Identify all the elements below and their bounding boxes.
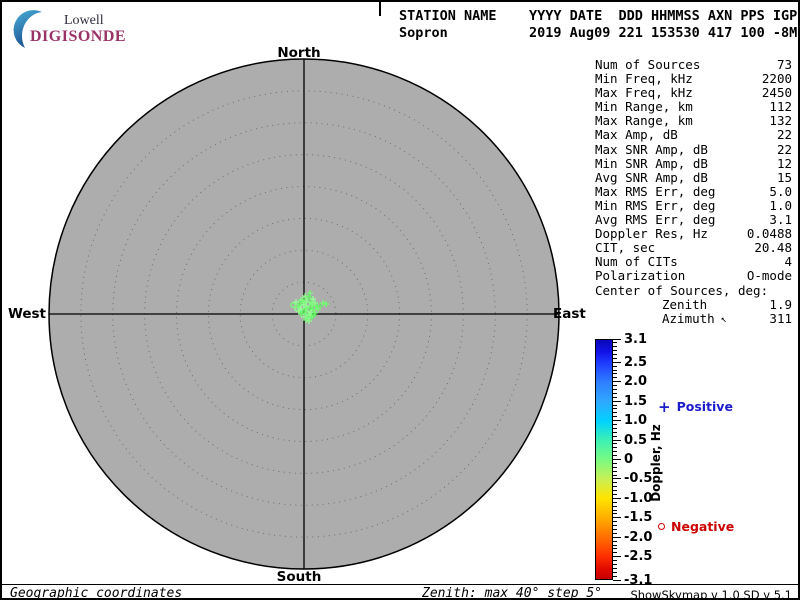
stat-label: Max Freq, kHz <box>595 85 693 101</box>
stat-row: Azimuth ↖ 311 <box>595 310 792 326</box>
stat-row: Center of Sources, deg: <box>595 282 792 298</box>
stat-label: Max SNR Amp, dB <box>595 141 708 157</box>
stat-value: 20.48 <box>754 240 792 256</box>
stat-row: Max RMS Err, deg 5.0 <box>595 183 792 199</box>
legend-negative: Negative <box>658 519 734 534</box>
legend-positive: + Positive <box>658 399 733 414</box>
stat-value: 22 <box>776 127 792 143</box>
doppler-colorbar <box>595 339 613 580</box>
stat-value: 2450 <box>761 85 792 101</box>
stats-panel: Num of Sources 73 Min Freq, kHz 2200 Max Fre… <box>595 57 792 326</box>
stat-label: Center of Sources, deg: <box>595 282 769 298</box>
stat-value: 1.9 <box>769 296 792 312</box>
stat-row: Max Range, km 132 <box>595 114 792 128</box>
stat-value: 311 <box>769 310 792 326</box>
stat-value: 73 <box>776 57 792 72</box>
legend-negative-label: Negative <box>671 519 735 534</box>
skymap-window: Lowell DIGISONDE STATION NAME YYYY DATE … <box>0 0 800 600</box>
stat-row: Min Range, km 112 <box>595 100 792 114</box>
stat-value: 22 <box>776 141 792 157</box>
stat-value: 112 <box>769 99 792 115</box>
stat-value: 12 <box>776 155 792 171</box>
plus-marker-icon: + <box>658 397 671 416</box>
stat-value: 132 <box>769 113 792 129</box>
stat-value: 5.0 <box>769 183 792 199</box>
stat-label: Doppler Res, Hz <box>595 226 708 242</box>
compass-label-north: North <box>277 45 321 61</box>
compass-label-east: East <box>553 306 586 322</box>
stat-label: Max RMS Err, deg <box>595 183 716 199</box>
stat-label: Zenith <box>662 296 708 312</box>
stat-label: Min RMS Err, deg <box>595 197 716 213</box>
stat-label: Max Range, km <box>595 113 693 129</box>
stat-value: 2200 <box>761 71 792 87</box>
compass-label-west: West <box>7 306 46 322</box>
legend-positive-label: Positive <box>676 399 733 414</box>
footer-zenith-scale: Zenith: max 40° step 5° <box>422 586 603 600</box>
footer-coordinate-system: Geographic coordinates <box>10 586 183 600</box>
stat-label: Min Freq, kHz <box>595 71 693 87</box>
stat-label: Azimuth ↖ <box>662 310 727 326</box>
stat-value: O-mode <box>746 268 792 284</box>
stat-label: CIT, sec <box>595 240 656 256</box>
stat-label: Min Range, km <box>595 99 693 115</box>
stat-row: Zenith 1.9 <box>595 296 792 312</box>
stat-value: 15 <box>776 169 792 185</box>
stat-row: Min SNR Amp, dB 12 <box>595 155 792 171</box>
stat-row: Min RMS Err, deg 1.0 <box>595 197 792 213</box>
stat-value: 4 <box>784 254 792 270</box>
footer-version-info: ShowSkymap v 1.0 SD v 5.1 <box>630 588 792 600</box>
stat-label: Num of CITs <box>595 254 678 270</box>
stat-label: Polarization <box>595 268 686 284</box>
doppler-axis-label: Doppler, Hz <box>649 424 663 502</box>
stat-row: Polarization O-mode <box>595 269 792 283</box>
stat-row: CIT, sec 20.48 <box>595 241 792 255</box>
stat-label: Avg RMS Err, deg <box>595 212 716 228</box>
footer-separator <box>2 584 798 585</box>
stat-row: Doppler Res, Hz 0.0488 <box>595 227 792 241</box>
stat-label: Num of Sources <box>595 57 701 72</box>
stat-row: Avg SNR Amp, dB 15 <box>595 169 792 185</box>
stat-value: 3.1 <box>769 212 792 228</box>
compass-label-south: South <box>276 569 322 585</box>
stat-value: 1.0 <box>769 197 792 213</box>
stat-row: Num of Sources 73 <box>595 57 792 72</box>
stat-row: Avg RMS Err, deg 3.1 <box>595 212 792 228</box>
stat-label: Min SNR Amp, dB <box>595 155 708 171</box>
azimuth-direction-arrow-icon: ↖ <box>714 313 727 325</box>
stat-row: Max SNR Amp, dB 22 <box>595 141 792 157</box>
stat-row: Num of CITs 4 <box>595 255 792 269</box>
stat-row: Max Freq, kHz 2450 <box>595 86 792 100</box>
stat-label: Max Amp, dB <box>595 127 678 143</box>
stat-row: Min Freq, kHz 2200 <box>595 71 792 87</box>
stat-label: Avg SNR Amp, dB <box>595 169 708 185</box>
stat-row: Max Amp, dB 22 <box>595 128 792 142</box>
stat-value: 0.0488 <box>746 226 792 242</box>
circle-marker-icon <box>658 523 665 530</box>
